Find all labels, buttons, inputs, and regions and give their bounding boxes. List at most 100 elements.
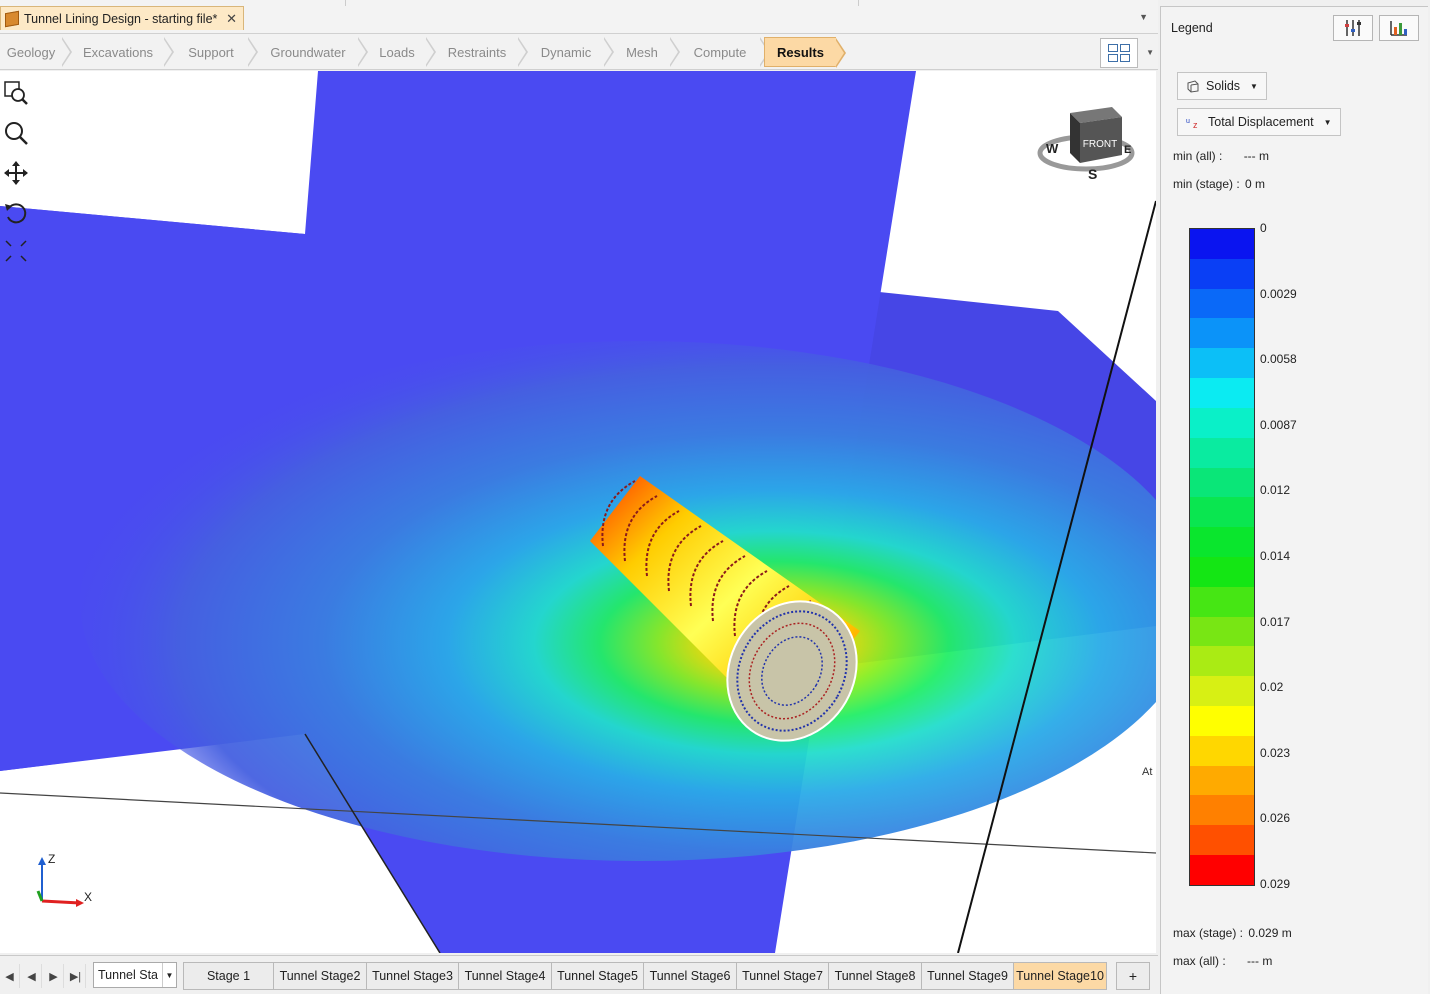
color-band bbox=[1190, 855, 1254, 885]
workflow-step-label: Geology bbox=[6, 44, 56, 60]
workflow-step-compute[interactable]: Compute bbox=[680, 37, 770, 67]
color-band bbox=[1190, 646, 1254, 677]
min-stage-row: min (stage) : 0 m bbox=[1173, 177, 1265, 191]
compass-east: E bbox=[1124, 144, 1131, 156]
model-scene bbox=[0, 71, 1156, 953]
stage-tab-10[interactable]: Tunnel Stage10 bbox=[1014, 962, 1107, 990]
workflow-step-mesh[interactable]: Mesh bbox=[614, 37, 680, 67]
next-stage-icon[interactable]: ▶ bbox=[44, 964, 64, 988]
max-all-value: --- m bbox=[1247, 954, 1273, 968]
result-selector-dropdown[interactable]: uz Total Displacement ▼ bbox=[1177, 108, 1341, 136]
legend-settings-button[interactable] bbox=[1333, 15, 1373, 41]
compass-south: S bbox=[1088, 166, 1097, 181]
min-all-value: --- m bbox=[1243, 149, 1270, 163]
entity-selector-value: Solids bbox=[1206, 79, 1241, 93]
workflow-step-dynamic[interactable]: Dynamic bbox=[528, 37, 614, 67]
solid-cube-icon bbox=[1187, 80, 1199, 93]
axis-triad: Z X bbox=[30, 851, 100, 914]
displacement-icon: uz bbox=[1186, 118, 1198, 129]
workflow-step-label: Dynamic bbox=[540, 44, 592, 60]
scale-tick-label: 0.023 bbox=[1260, 745, 1291, 760]
displacement-contours bbox=[80, 341, 1156, 861]
legend-panel: Legend Solids ▼ uz Total Displacement ▼ … bbox=[1160, 6, 1428, 994]
stage-tab-7[interactable]: Tunnel Stage7 bbox=[737, 962, 829, 990]
stage-tab-9[interactable]: Tunnel Stage9 bbox=[922, 962, 1014, 990]
workflow-step-restraints[interactable]: Restraints bbox=[436, 37, 528, 67]
layout-chevron-down-icon[interactable]: ▼ bbox=[1146, 48, 1154, 57]
stage-tab-3[interactable]: Tunnel Stage3 bbox=[367, 962, 459, 990]
stage-tab-8[interactable]: Tunnel Stage8 bbox=[829, 962, 922, 990]
scale-tick-label: 0 bbox=[1260, 221, 1267, 235]
add-stage-button[interactable]: + bbox=[1116, 962, 1150, 990]
scale-tick-label: 0.026 bbox=[1260, 811, 1291, 826]
workflow-step-support[interactable]: Support bbox=[174, 37, 258, 67]
view-cube[interactable]: FRONT W E S bbox=[1030, 101, 1140, 184]
rotate-icon[interactable] bbox=[2, 199, 30, 227]
tab-separator bbox=[858, 0, 859, 6]
viewport-layout-button[interactable] bbox=[1100, 38, 1138, 68]
max-all-row: max (all) : --- m bbox=[1173, 954, 1272, 968]
color-band bbox=[1190, 795, 1254, 826]
zoom-icon[interactable] bbox=[2, 119, 30, 147]
pan-icon[interactable] bbox=[2, 159, 30, 187]
workflow-step-geology[interactable]: Geology bbox=[0, 37, 72, 67]
color-band bbox=[1190, 527, 1254, 557]
legend-chart-button[interactable] bbox=[1379, 15, 1419, 41]
stage-tabs: Stage 1 Tunnel Stage2 Tunnel Stage3 Tunn… bbox=[183, 962, 1107, 990]
tab-separator bbox=[345, 0, 346, 6]
entity-selector-dropdown[interactable]: Solids ▼ bbox=[1177, 72, 1267, 100]
color-band bbox=[1190, 497, 1254, 528]
workflow-step-results[interactable]: Results bbox=[764, 37, 846, 68]
color-band bbox=[1190, 676, 1254, 706]
document-tab-title: Tunnel Lining Design - starting file* bbox=[24, 11, 218, 26]
3d-viewport[interactable]: FRONT W E S Z X At bbox=[0, 71, 1156, 953]
workflow-step-label: Results bbox=[777, 44, 824, 60]
tab-overflow-chevron-icon[interactable]: ▼ bbox=[1139, 12, 1148, 22]
min-all-row: min (all) : --- m bbox=[1173, 149, 1269, 163]
color-band bbox=[1190, 229, 1254, 259]
sliders-icon bbox=[1345, 20, 1361, 36]
stage-tab-5[interactable]: Tunnel Stage5 bbox=[552, 962, 644, 990]
scale-tick-label: 0.017 bbox=[1260, 614, 1291, 629]
max-stage-label: max (stage) : bbox=[1173, 926, 1244, 940]
color-band bbox=[1190, 616, 1254, 647]
stage-selector-value: Tunnel Sta bbox=[98, 968, 158, 982]
max-stage-value: 0.029 m bbox=[1248, 926, 1292, 940]
scale-tick-label: 0.014 bbox=[1260, 549, 1291, 563]
color-band bbox=[1190, 765, 1254, 796]
color-band bbox=[1190, 467, 1254, 498]
last-stage-icon[interactable]: ▶| bbox=[66, 964, 86, 988]
result-selector-value: Total Displacement bbox=[1208, 115, 1314, 129]
workflow-bar: Geology Excavations Support Groundwater … bbox=[0, 34, 1158, 70]
document-tab[interactable]: Tunnel Lining Design - starting file* ✕ bbox=[0, 6, 244, 30]
stage-tab-6[interactable]: Tunnel Stage6 bbox=[644, 962, 737, 990]
zoom-extents-icon[interactable] bbox=[2, 237, 30, 265]
workflow-step-label: Mesh bbox=[626, 44, 658, 60]
color-band bbox=[1190, 735, 1254, 766]
svg-text:u: u bbox=[1186, 118, 1190, 125]
stage-tab-1[interactable]: Stage 1 bbox=[183, 962, 274, 990]
workflow-step-groundwater[interactable]: Groundwater bbox=[258, 37, 368, 67]
workflow-step-loads[interactable]: Loads bbox=[368, 37, 436, 67]
stage-tab-2[interactable]: Tunnel Stage2 bbox=[274, 962, 367, 990]
stage-tab-4[interactable]: Tunnel Stage4 bbox=[459, 962, 552, 990]
axis-x-label: X bbox=[84, 890, 92, 904]
zoom-window-icon[interactable] bbox=[2, 79, 30, 107]
stage-selector[interactable]: Tunnel Sta ▼ bbox=[93, 962, 177, 988]
scale-tick-label: 0.012 bbox=[1260, 483, 1291, 498]
workflow-step-excavations[interactable]: Excavations bbox=[72, 37, 174, 67]
close-tab-icon[interactable]: ✕ bbox=[226, 11, 237, 27]
workflow-step-label: Support bbox=[188, 44, 234, 60]
chevron-down-icon: ▼ bbox=[162, 963, 176, 987]
color-band bbox=[1190, 825, 1254, 856]
legend-title: Legend bbox=[1171, 21, 1213, 35]
scale-tick-label: 0.0029 bbox=[1260, 286, 1297, 301]
axis-z-label: Z bbox=[48, 852, 55, 866]
first-stage-icon[interactable]: ◀ bbox=[0, 964, 20, 988]
color-band bbox=[1190, 378, 1254, 408]
workflow-step-label: Loads bbox=[379, 44, 415, 60]
color-band bbox=[1190, 706, 1254, 736]
previous-stage-icon[interactable]: ◀ bbox=[22, 964, 42, 988]
svg-text:z: z bbox=[1193, 120, 1198, 129]
workflow-step-label: Excavations bbox=[82, 44, 154, 60]
